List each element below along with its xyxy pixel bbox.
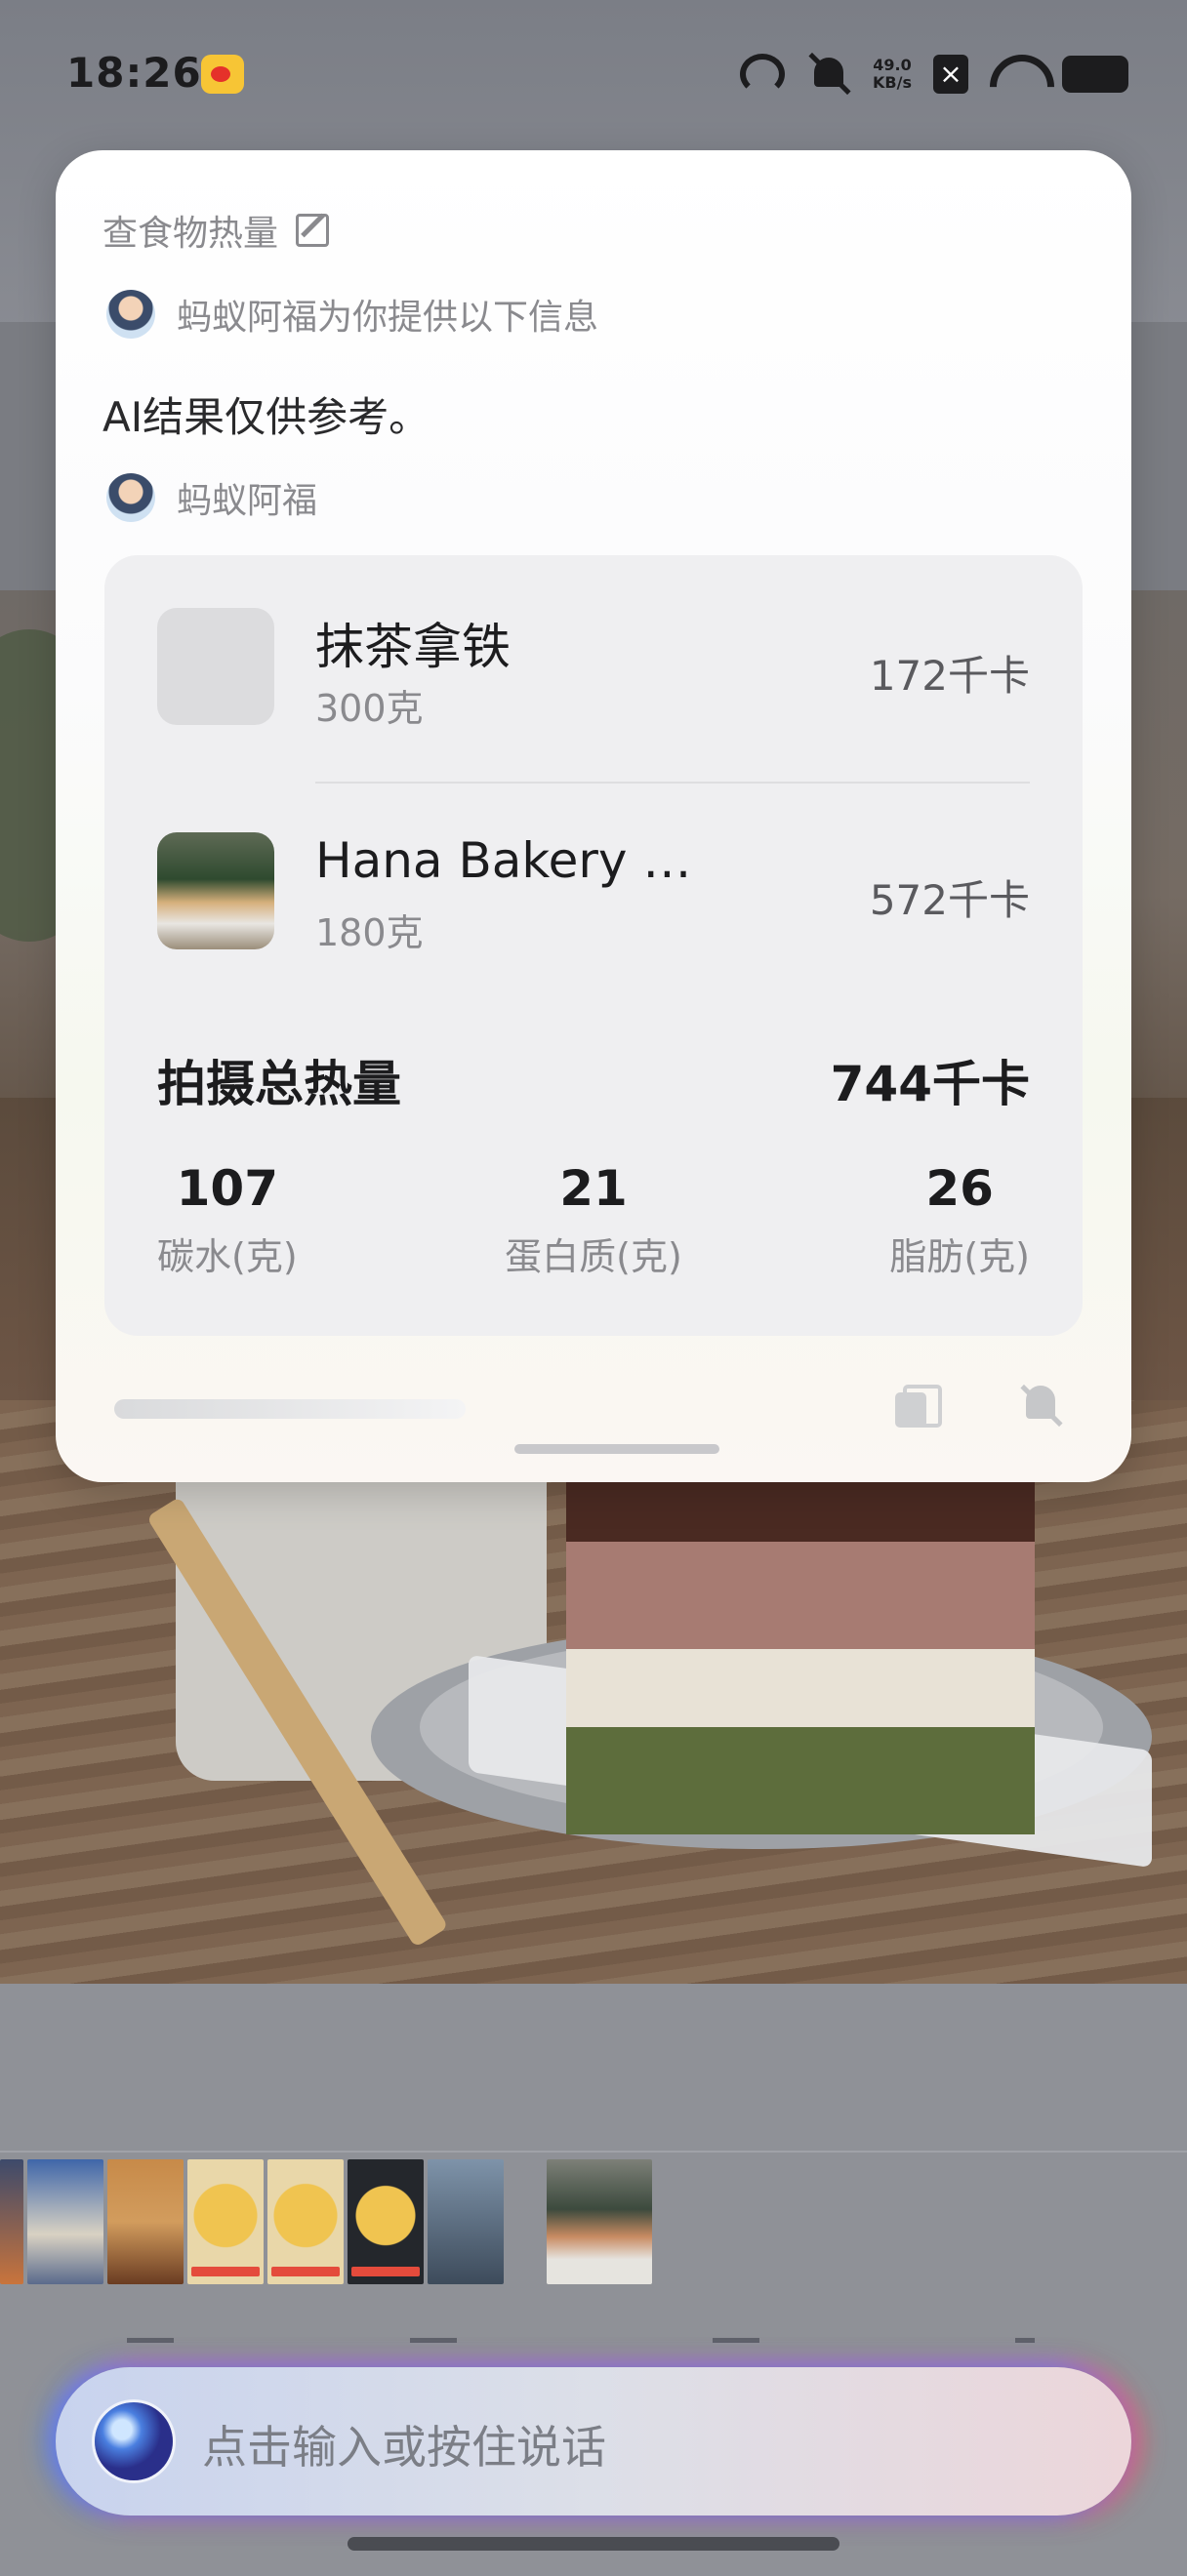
food-calories: 572千卡 [869,876,1030,924]
edit-icon [410,2338,457,2367]
weibo-icon [201,55,244,94]
thumbnail[interactable] [107,2159,184,2284]
thumbnail-strip[interactable] [0,2159,652,2284]
thumbnail[interactable] [348,2159,424,2284]
divider [0,2151,1187,2153]
mute-bell-icon [806,54,851,95]
food-thumbnail [157,832,274,949]
thumbnail[interactable] [0,2159,23,2284]
row-divider [315,782,1030,784]
food-item[interactable]: Hana Bakery … 180克 572千卡 [157,832,1030,954]
food-thumbnail-placeholder [157,608,274,725]
edit-query-icon[interactable] [296,214,330,247]
voice-input-bar[interactable]: 点击输入或按住说话 [56,2367,1131,2516]
assistant-intro: 蚂蚁阿福为你提供以下信息 [177,298,599,338]
assistant-name-row: 蚂蚁阿福 [106,472,317,523]
copy-icon[interactable] [895,1385,942,1428]
total-calories-label: 拍摄总热量 [157,1056,401,1112]
disclaimer: AI结果仅供参考。 [102,393,430,441]
food-weight: 180克 [315,911,424,954]
thumbnail[interactable] [428,2159,504,2284]
thumbnail[interactable] [27,2159,103,2284]
food-name: 抹茶拿铁 [315,619,511,675]
nutrient-label: 脂肪(克) [889,1235,1030,1278]
card-drag-handle[interactable] [514,1444,719,1454]
share-icon [127,2338,174,2367]
more-icon [1015,2338,1035,2367]
food-weight: 300克 [315,687,424,730]
avatar [106,290,155,339]
data-saver-icon [740,54,786,95]
thumbnail[interactable] [187,2159,264,2284]
assistant-name: 蚂蚁阿福 [177,481,318,521]
no-sim-icon: × [933,55,968,94]
delete-icon [713,2338,759,2367]
nutrient-label: 碳水(克) [157,1235,298,1278]
network-speed-value: 49.0 [873,56,912,74]
assistant-card: 查食物热量 蚂蚁阿福为你提供以下信息 AI结果仅供参考。 蚂蚁阿福 抹茶拿铁 3… [56,150,1131,1482]
avatar [106,473,155,522]
battery-icon [1062,56,1128,93]
calorie-result-panel: 抹茶拿铁 300克 172千卡 Hana Bakery … 180克 572千卡… [104,555,1083,1336]
wifi-icon [990,55,1041,94]
nutrient-value: 26 [925,1160,994,1217]
food-name: Hana Bakery … [315,832,692,889]
nutrient-label: 蛋白质(克) [505,1235,682,1278]
nutrient-fat: 26 脂肪(克) [889,1160,1030,1280]
thumbnail-current[interactable] [547,2159,652,2284]
home-indicator[interactable] [348,2537,839,2551]
mute-icon[interactable] [1016,1382,1065,1430]
nutrient-value: 21 [559,1160,628,1217]
food-item[interactable]: 抹茶拿铁 300克 172千卡 [157,608,1030,730]
total-calories-value: 744千卡 [830,1056,1030,1112]
assistant-orb-icon[interactable] [95,2402,173,2480]
query-text: 查食物热量 [102,214,279,254]
network-speed-unit: KB/s [873,73,912,92]
nutrient-protein: 21 蛋白质(克) [505,1160,682,1280]
network-speed: 49.0 KB/s [873,57,912,92]
nutrient-summary: 107 碳水(克) 21 蛋白质(克) 26 脂肪(克) [157,1160,1030,1280]
assistant-intro-row: 蚂蚁阿福为你提供以下信息 [106,289,598,340]
nutrient-carbs: 107 碳水(克) [157,1160,298,1280]
status-bar: 18:26 49.0 KB/s × [0,0,1187,146]
query-row[interactable]: 查食物热量 [102,205,330,256]
clock: 18:26 [66,49,202,97]
loading-indicator [114,1399,466,1419]
input-placeholder: 点击输入或按住说话 [202,2421,606,2474]
thumbnail[interactable] [267,2159,344,2284]
food-calories: 172千卡 [869,652,1030,700]
nutrient-value: 107 [176,1160,279,1217]
